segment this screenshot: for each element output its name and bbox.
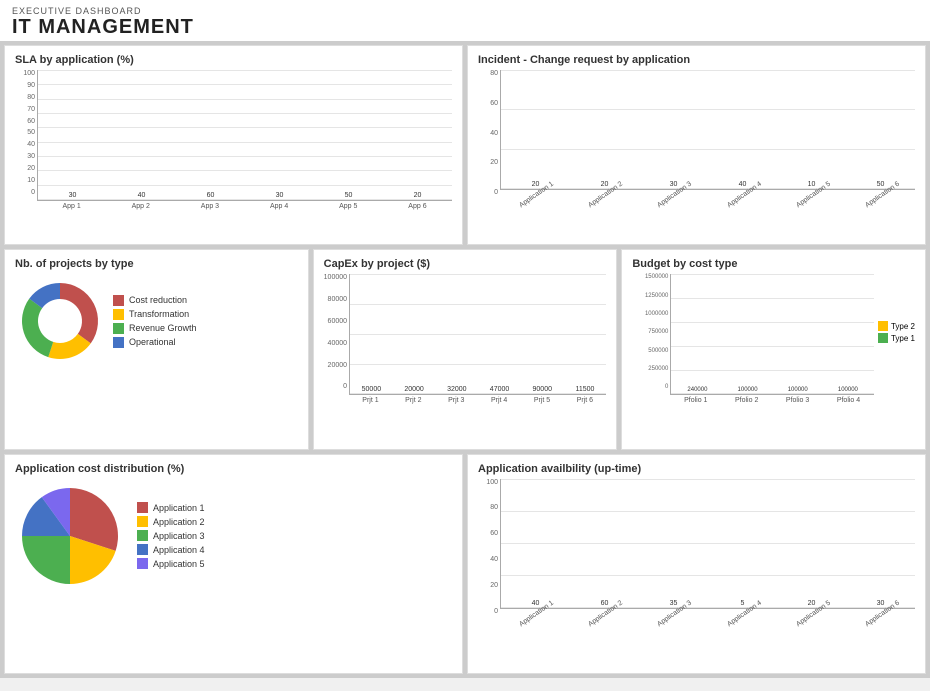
capex-panel: CapEx by project ($) 1000008000060000400… [313, 249, 618, 449]
appcost-panel: Application cost distribution (%) Applic… [4, 454, 463, 674]
header-title: IT MANAGEMENT [12, 16, 918, 39]
incident-title: Incident - Change request by application [478, 54, 915, 66]
sla-title: SLA by application (%) [15, 54, 452, 66]
donut-chart-container: Cost reductionTransformationRevenue Grow… [15, 276, 298, 366]
capex-chart: 1000008000060000400002000005000020000320… [324, 274, 607, 404]
budget-title: Budget by cost type [632, 258, 915, 270]
sla-panel: SLA by application (%) 10090807060504030… [4, 45, 463, 245]
projects-type-title: Nb. of projects by type [15, 258, 298, 270]
availability-title: Application availbility (up-time) [478, 463, 915, 475]
pie-chart-container: Application 1Application 2Application 3A… [15, 481, 452, 591]
avail-chart: 10080604020040603552030Application 1Appl… [478, 479, 915, 629]
incident-panel: Incident - Change request by application… [467, 45, 926, 245]
sla-chart: 1009080706050403020100304060305020App 1A… [15, 70, 452, 210]
header: EXECUTIVE DASHBOARD IT MANAGEMENT [0, 0, 930, 41]
projects-type-panel: Nb. of projects by type Cost reductionTr… [4, 249, 309, 449]
budget-panel: Budget by cost type 15000001250000100000… [621, 249, 926, 449]
budget-chart: 1500000125000010000007500005000002500000… [632, 274, 915, 404]
capex-title: CapEx by project ($) [324, 258, 607, 270]
availability-panel: Application availbility (up-time) 100806… [467, 454, 926, 674]
header-subtitle: EXECUTIVE DASHBOARD [12, 6, 918, 16]
incident-chart: 806040200202030401050Application 1Applic… [478, 70, 915, 210]
appcost-title: Application cost distribution (%) [15, 463, 452, 475]
